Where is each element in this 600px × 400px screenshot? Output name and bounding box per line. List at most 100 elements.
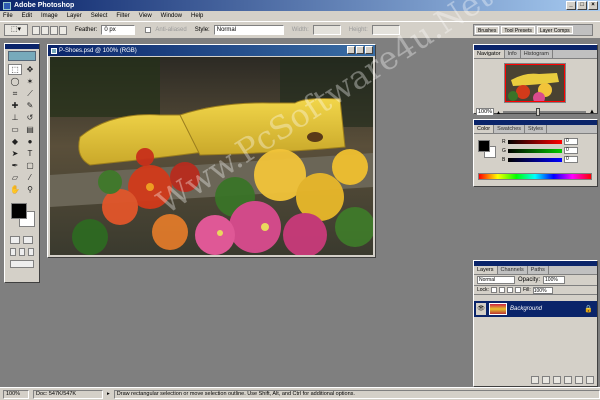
lasso-tool-icon[interactable]: ◯ bbox=[8, 76, 22, 87]
feather-input[interactable]: 0 px bbox=[101, 25, 136, 35]
slice-tool-icon[interactable]: ⟋ bbox=[23, 88, 37, 99]
tab-layers[interactable]: Layers bbox=[474, 266, 498, 274]
brush-tool-icon[interactable]: ✎ bbox=[23, 100, 37, 111]
toolbox-header[interactable] bbox=[5, 44, 39, 49]
maximize-button[interactable]: □ bbox=[577, 1, 587, 10]
gradient-tool-icon[interactable]: ▤ bbox=[23, 124, 37, 135]
opacity-input[interactable]: 100% bbox=[543, 276, 566, 284]
zoom-out-icon[interactable]: ▴ bbox=[497, 109, 500, 116]
delete-layer-icon[interactable] bbox=[586, 376, 594, 384]
tab-navigator[interactable]: Navigator bbox=[474, 50, 505, 58]
notes-tool-icon[interactable]: ▱ bbox=[8, 172, 22, 183]
menu-select[interactable]: Select bbox=[91, 13, 108, 19]
menu-help[interactable]: Help bbox=[191, 13, 203, 19]
lock-image-icon[interactable] bbox=[498, 287, 505, 293]
standard-mode-icon[interactable] bbox=[10, 236, 20, 244]
menu-view[interactable]: View bbox=[139, 13, 152, 19]
tab-paths[interactable]: Paths bbox=[528, 266, 549, 274]
navigator-thumbnail[interactable] bbox=[504, 63, 566, 103]
close-button[interactable]: × bbox=[588, 1, 598, 10]
add-selection-icon[interactable] bbox=[41, 25, 49, 35]
palette-well-tool-presets[interactable]: Tool Presets bbox=[501, 26, 535, 34]
doc-minimize-button[interactable] bbox=[347, 46, 355, 54]
menu-window[interactable]: Window bbox=[161, 13, 182, 19]
zoom-in-icon[interactable]: ▲ bbox=[589, 109, 595, 115]
full-screen-menu-icon[interactable] bbox=[19, 248, 25, 256]
tool-preset-picker[interactable]: ⬚▾ bbox=[4, 24, 28, 36]
eyedropper-tool-icon[interactable]: ⁄ bbox=[23, 172, 37, 183]
add-mask-icon[interactable] bbox=[542, 376, 550, 384]
zoom-slider-knob[interactable] bbox=[536, 108, 541, 116]
document-title-bar[interactable]: P-Shoes.psd @ 100% (RGB) bbox=[48, 45, 375, 56]
blur-tool-icon[interactable]: ◆ bbox=[8, 136, 22, 147]
magic-wand-tool-icon[interactable]: ✶ bbox=[23, 76, 37, 87]
lock-transparency-icon[interactable] bbox=[490, 287, 497, 293]
status-arrow-icon[interactable]: ▸ bbox=[107, 391, 110, 397]
move-tool-icon[interactable]: ✥ bbox=[23, 64, 37, 75]
healing-brush-icon[interactable]: ✚ bbox=[8, 100, 22, 111]
width-input[interactable] bbox=[312, 25, 341, 35]
blue-slider[interactable] bbox=[508, 157, 562, 162]
color-foreground-swatch[interactable] bbox=[478, 140, 490, 152]
zoom-tool-icon[interactable]: ⚲ bbox=[23, 184, 37, 195]
eraser-tool-icon[interactable]: ▭ bbox=[8, 124, 22, 135]
blend-mode-select[interactable]: Normal bbox=[477, 276, 515, 284]
fill-input[interactable]: 100% bbox=[532, 286, 553, 294]
tab-channels[interactable]: Channels bbox=[498, 266, 528, 274]
status-doc-size[interactable]: Doc: 547K/547K bbox=[33, 389, 103, 399]
menu-file[interactable]: File bbox=[3, 13, 13, 19]
tab-color[interactable]: Color bbox=[474, 125, 495, 133]
new-selection-icon[interactable] bbox=[32, 25, 40, 35]
shape-tool-icon[interactable]: ▢ bbox=[23, 160, 37, 171]
pen-tool-icon[interactable]: ✒ bbox=[8, 160, 22, 171]
menu-image[interactable]: Image bbox=[41, 13, 58, 19]
height-input[interactable] bbox=[371, 25, 400, 35]
lock-position-icon[interactable] bbox=[506, 287, 513, 293]
minimize-button[interactable]: _ bbox=[566, 1, 576, 10]
standard-screen-icon[interactable] bbox=[10, 248, 16, 256]
marquee-tool-icon[interactable]: ⬚ bbox=[8, 64, 22, 75]
menu-layer[interactable]: Layer bbox=[67, 13, 82, 19]
history-brush-icon[interactable]: ↺ bbox=[23, 112, 37, 123]
color-ramp[interactable] bbox=[478, 173, 592, 180]
crop-tool-icon[interactable]: ⌗ bbox=[8, 88, 22, 99]
green-value[interactable]: 0 bbox=[564, 147, 578, 154]
full-screen-icon[interactable] bbox=[28, 248, 34, 256]
antialias-checkbox[interactable] bbox=[145, 27, 152, 33]
menu-edit[interactable]: Edit bbox=[22, 13, 32, 19]
hand-tool-icon[interactable]: ✋ bbox=[8, 184, 22, 195]
green-slider[interactable] bbox=[508, 148, 562, 153]
dodge-tool-icon[interactable]: ● bbox=[23, 136, 37, 147]
doc-maximize-button[interactable] bbox=[356, 46, 364, 54]
red-value[interactable]: 0 bbox=[564, 138, 578, 145]
blue-value[interactable]: 0 bbox=[564, 156, 578, 163]
tab-info[interactable]: Info bbox=[505, 50, 521, 58]
image-canvas[interactable] bbox=[50, 57, 373, 255]
palette-well-layer-comps[interactable]: Layer Comps bbox=[536, 26, 573, 34]
navigator-zoom-slider[interactable] bbox=[503, 108, 587, 116]
red-slider[interactable] bbox=[508, 139, 562, 144]
layer-visibility-eye-icon[interactable]: 👁 bbox=[476, 303, 486, 315]
clone-stamp-icon[interactable]: ⊥ bbox=[8, 112, 22, 123]
lock-all-icon[interactable] bbox=[514, 287, 521, 293]
subtract-selection-icon[interactable] bbox=[50, 25, 58, 35]
tab-styles[interactable]: Styles bbox=[525, 125, 547, 133]
new-layer-icon[interactable] bbox=[575, 376, 583, 384]
new-adjustment-layer-icon[interactable] bbox=[564, 376, 572, 384]
style-select[interactable]: Normal bbox=[213, 25, 284, 35]
foreground-color-swatch[interactable] bbox=[11, 203, 27, 219]
menu-filter[interactable]: Filter bbox=[116, 13, 129, 19]
intersect-selection-icon[interactable] bbox=[59, 25, 67, 35]
status-zoom[interactable]: 100% bbox=[3, 389, 29, 399]
navigator-view-box[interactable] bbox=[505, 64, 565, 102]
tab-swatches[interactable]: Swatches bbox=[494, 125, 526, 133]
path-selection-icon[interactable]: ➤ bbox=[8, 148, 22, 159]
quick-mask-icon[interactable] bbox=[23, 236, 33, 244]
layer-row-background[interactable]: 👁 Background 🔒 bbox=[474, 301, 597, 317]
doc-close-button[interactable] bbox=[365, 46, 373, 54]
adobe-online-icon[interactable] bbox=[8, 51, 36, 61]
palette-well-brushes[interactable]: Brushes bbox=[475, 26, 500, 34]
type-tool-icon[interactable]: T bbox=[23, 148, 37, 159]
new-set-icon[interactable] bbox=[553, 376, 561, 384]
imageready-icon[interactable] bbox=[10, 260, 34, 268]
